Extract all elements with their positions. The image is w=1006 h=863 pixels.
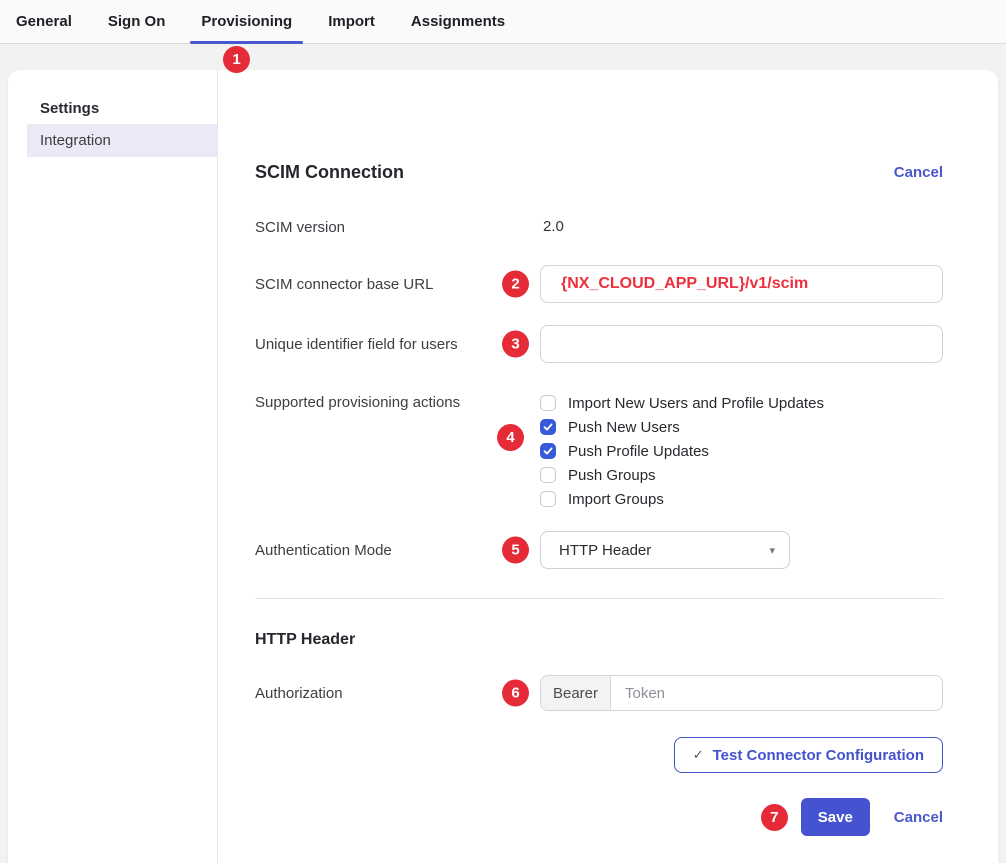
authorization-input-group: Bearer [540, 675, 943, 711]
sidebar-heading: Settings [8, 70, 217, 119]
base-url-input[interactable] [540, 265, 943, 303]
checkbox-row-push-profile-updates[interactable]: Push Profile Updates [540, 439, 943, 463]
cancel-link-bottom[interactable]: Cancel [894, 809, 943, 826]
checkbox-push-new-users[interactable] [540, 419, 556, 435]
http-header-section-title: HTTP Header [255, 631, 355, 649]
checkbox-label: Import Groups [568, 491, 664, 508]
checkbox-push-profile-updates[interactable] [540, 443, 556, 459]
tab-assignments[interactable]: Assignments [400, 0, 516, 43]
annotation-badge-3: 3 [502, 331, 529, 358]
save-button[interactable]: Save [801, 798, 870, 836]
section-divider [255, 598, 943, 599]
checkbox-row-push-new-users[interactable]: Push New Users [540, 415, 943, 439]
tab-sign-on[interactable]: Sign On [97, 0, 177, 43]
checkbox-import-groups[interactable] [540, 491, 556, 507]
annotation-badge-2: 2 [502, 271, 529, 298]
checkbox-row-push-groups[interactable]: Push Groups [540, 463, 943, 487]
checkbox-label: Import New Users and Profile Updates [568, 395, 824, 412]
provisioning-panel: Settings Integration SCIM Connection Can… [8, 70, 998, 863]
scim-version-label: SCIM version [255, 219, 540, 236]
checkbox-push-groups[interactable] [540, 467, 556, 483]
checkbox-row-import-new-users[interactable]: Import New Users and Profile Updates [540, 391, 943, 415]
sidebar-item-integration[interactable]: Integration [27, 124, 217, 157]
unique-identifier-label: Unique identifier field for users [255, 336, 540, 353]
annotation-badge-4: 4 [497, 424, 524, 451]
auth-mode-select[interactable]: HTTP Header ▾ [540, 531, 790, 569]
auth-mode-selected-value: HTTP Header [559, 542, 651, 559]
provisioning-actions-label: Supported provisioning actions [255, 391, 540, 411]
cancel-link-top[interactable]: Cancel [894, 164, 943, 181]
annotation-badge-6: 6 [502, 680, 529, 707]
page-title: SCIM Connection [255, 162, 404, 183]
auth-mode-label: Authentication Mode [255, 542, 540, 559]
test-button-label: Test Connector Configuration [713, 747, 924, 764]
annotation-badge-5: 5 [502, 537, 529, 564]
checkbox-label: Push Groups [568, 467, 656, 484]
token-input[interactable] [611, 676, 942, 710]
tab-import[interactable]: Import [317, 0, 386, 43]
annotation-badge-7: 7 [761, 804, 788, 831]
app-tab-bar: General Sign On Provisioning Import Assi… [0, 0, 1006, 44]
checkbox-label: Push New Users [568, 419, 680, 436]
check-icon: ✓ [693, 747, 704, 763]
base-url-label: SCIM connector base URL [255, 276, 540, 293]
tab-provisioning[interactable]: Provisioning [190, 0, 303, 43]
test-connector-configuration-button[interactable]: ✓ Test Connector Configuration [674, 737, 943, 773]
authorization-label: Authorization [255, 685, 540, 702]
checkbox-import-new-users[interactable] [540, 395, 556, 411]
chevron-down-icon: ▾ [769, 544, 775, 557]
settings-sidebar: Settings Integration [8, 70, 218, 863]
unique-identifier-input[interactable] [540, 325, 943, 363]
checkbox-row-import-groups[interactable]: Import Groups [540, 487, 943, 511]
tab-general[interactable]: General [5, 0, 83, 43]
bearer-prefix: Bearer [541, 676, 611, 710]
scim-version-value: 2.0 [540, 218, 564, 235]
scim-connection-form: SCIM Connection Cancel SCIM version 2.0 … [218, 70, 998, 863]
annotation-badge-1: 1 [223, 46, 250, 73]
checkbox-label: Push Profile Updates [568, 443, 709, 460]
